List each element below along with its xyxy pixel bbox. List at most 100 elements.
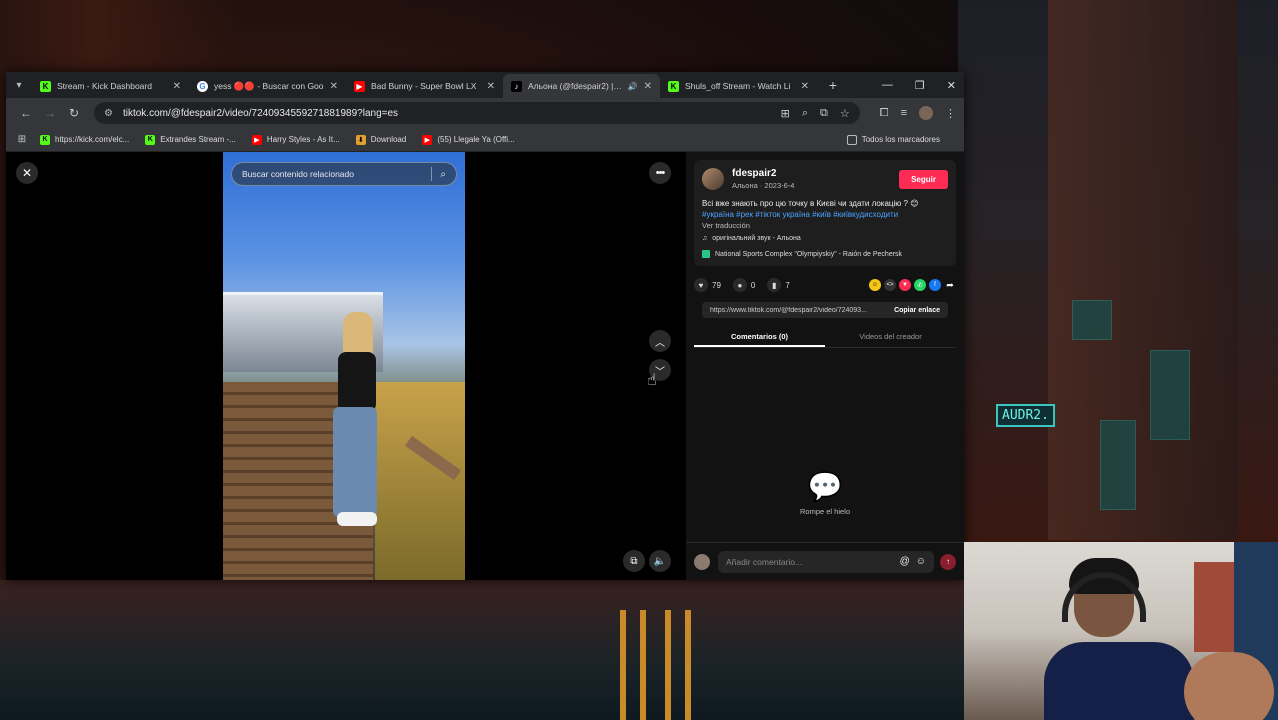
bookmark-star-icon[interactable]: ☆ [840,107,850,120]
share-arrow-icon[interactable]: ➦ [944,279,956,291]
translate-icon[interactable]: ⊞ [781,107,790,120]
bookmark-item[interactable]: ▶ (55) Llegale Ya (Offi... [422,134,515,145]
emoji-share-icon[interactable]: ☺ [869,279,881,291]
apps-icon[interactable]: ⊞ [14,134,30,145]
background-window [1150,350,1190,440]
search-icon[interactable]: ⌕ [440,169,446,180]
save-count: 7 [785,280,790,290]
more-options-icon[interactable]: ••• [649,162,671,184]
menu-icon[interactable]: ⋮ [945,107,956,120]
avatar[interactable] [702,168,724,190]
music-label: оригінальний звук - Альона [712,235,801,242]
road-line [665,610,671,720]
video-player[interactable]: Buscar contenido relacionado ⌕ [223,152,465,580]
tab-kick-dashboard[interactable]: K Stream - Kick Dashboard ✕ [32,74,189,98]
comment-bar: Añadir comentario... @ ☺ ↑ [686,542,964,580]
close-icon[interactable]: ✕ [487,81,495,92]
install-icon[interactable]: ⧉ [820,107,828,120]
tab-title: Bad Bunny - Super Bowl LX [371,81,477,91]
chevron-up-icon[interactable]: ︿ [649,330,671,352]
bookmark-item[interactable]: ⬇ Download [355,134,406,145]
related-search-input[interactable]: Buscar contenido relacionado ⌕ [231,162,457,186]
volume-icon[interactable]: 🔈 [649,550,671,572]
back-icon[interactable]: ← [14,106,38,120]
grass-scene [375,382,465,580]
location-row[interactable]: National Sports Complex "Olympiyskiy" - … [702,250,948,258]
kick-icon: K [668,80,679,92]
close-icon[interactable]: ✕ [173,81,181,92]
hashtags[interactable]: #україна #рек #тікток україна #київ #киї… [702,210,898,219]
tab-creator-videos[interactable]: Videos del creador [825,328,956,347]
new-tab-button[interactable]: + [823,77,843,93]
tab-title: Shuls_off Stream - Watch Li [685,81,791,91]
tab-youtube-bad-bunny[interactable]: ▶ Bad Bunny - Super Bowl LX ✕ [346,74,503,98]
extensions-icon[interactable]: ⧠ [880,107,889,120]
tab-search-icon[interactable]: ▾ [6,72,32,98]
minimize-icon[interactable]: — [882,79,893,91]
restore-icon[interactable]: ❐ [915,79,925,92]
follow-button[interactable]: Seguir [899,169,948,189]
save-button[interactable]: ▮ 7 [767,278,790,292]
speaker-icon[interactable]: 🔊 [628,82,638,91]
streamer-figure [1044,558,1194,720]
comment-input[interactable]: Añadir comentario... @ ☺ [718,550,934,573]
caption: Всі вже знають про цю точку в Києві чи з… [702,198,948,220]
copy-link-button[interactable]: Copiar enlace [886,307,948,314]
facebook-icon[interactable]: f [929,279,941,291]
tab-title: yess 🔴🔴 - Buscar con Goo [214,80,324,91]
forward-icon[interactable]: → [38,106,62,120]
bookmarks-bar: ⊞ K https://kick.com/elc... K Extrandes … [6,128,964,152]
tab-title: Stream - Kick Dashboard [57,81,152,91]
send-icon[interactable]: ▼ [899,279,911,291]
tab-kick-shuls[interactable]: K Shuls_off Stream - Watch Li ✕ [660,74,817,98]
mention-icon[interactable]: @ [900,556,910,567]
tab-strip: ▾ K Stream - Kick Dashboard ✕ G yess 🔴🔴 … [6,72,964,98]
music-row[interactable]: ♫ оригінальний звук - Альона [702,235,948,242]
bookmark-item[interactable]: ▶ Harry Styles - As It... [251,134,340,145]
bookmark-label: (55) Llegale Ya (Offi... [437,135,515,144]
media-icon[interactable]: ≡ [901,107,907,119]
music-note-icon: ♫ [702,235,708,242]
all-bookmarks-button[interactable]: Todos los marcadores [846,134,940,145]
kick-icon: K [145,134,156,145]
embed-icon[interactable]: <> [884,279,896,291]
browser-window: ▾ K Stream - Kick Dashboard ✕ G yess 🔴🔴 … [6,72,964,580]
author-name[interactable]: fdespair2 [732,168,794,179]
reload-icon[interactable]: ↻ [62,106,86,120]
emoji-icon[interactable]: ☺ [916,556,926,567]
avatar [694,553,710,570]
video-link: https://www.tiktok.com/@fdespair2/video/… [710,306,867,314]
tab-comments[interactable]: Comentarios (0) [694,328,825,347]
close-window-icon[interactable]: ✕ [947,79,956,92]
url-input[interactable]: ⚙ tiktok.com/@fdespair2/video/7240934559… [94,102,860,124]
post-comment-button[interactable]: ↑ [940,553,956,570]
webcam-overlay [964,542,1278,720]
background-window [1072,300,1112,340]
address-bar: ← → ↻ ⚙ tiktok.com/@fdespair2/video/7240… [6,98,964,128]
whatsapp-icon[interactable]: ✆ [914,279,926,291]
close-icon[interactable]: ✕ [16,162,38,184]
tab-tiktok[interactable]: ♪ Альона (@fdespair2) | TikTok 🔊 ✕ [503,74,660,98]
person-figure [333,312,383,552]
translate-link[interactable]: Ver traducción [702,221,948,230]
site-info-icon[interactable]: ⚙ [104,108,113,119]
youtube-icon: ▶ [422,134,433,145]
share-icons: ☺ <> ▼ ✆ f ➦ [869,279,956,291]
background-building [1048,0,1238,540]
url-text: tiktok.com/@fdespair2/video/724093455927… [122,107,399,119]
kick-icon: K [40,134,50,145]
mini-player-icon[interactable]: ⧉ [623,550,645,572]
caption-text: Всі вже знають про цю точку в Києві чи з… [702,199,919,208]
tab-google-search[interactable]: G yess 🔴🔴 - Buscar con Goo ✕ [189,74,346,98]
panel-tabs: Comentarios (0) Videos del creador [694,328,956,348]
close-icon[interactable]: ✕ [801,81,809,92]
close-icon[interactable]: ✕ [330,81,338,92]
like-button[interactable]: ♥ 79 [694,278,721,292]
like-count: 79 [712,280,721,290]
bookmark-item[interactable]: K Extrandes Stream -... [145,134,236,145]
bookmark-item[interactable]: K https://kick.com/elc... [40,134,129,145]
zoom-icon[interactable]: ⌕ [802,107,808,120]
comment-button[interactable]: ● 0 [732,278,755,292]
close-icon[interactable]: ✕ [644,81,652,92]
profile-avatar[interactable] [919,106,933,120]
